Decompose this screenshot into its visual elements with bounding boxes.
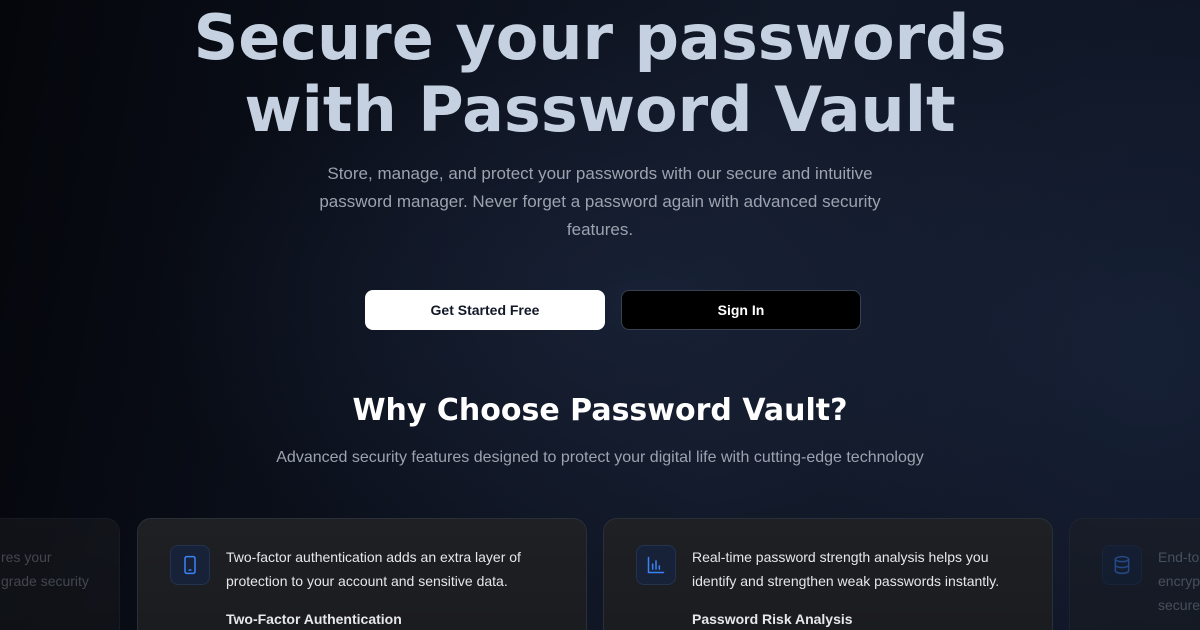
feature-card-description: Two-factor authentication adds an extra … bbox=[226, 549, 521, 589]
feature-card-risk-analysis: Real-time password strength analysis hel… bbox=[603, 518, 1053, 630]
feature-card-partial-text: End-to encryp secure bbox=[1158, 549, 1200, 613]
sign-in-button[interactable]: Sign In bbox=[621, 290, 861, 330]
feature-card-partial-text: res your grade security bbox=[1, 549, 89, 589]
hero-title: Secure your passwords with Password Vaul… bbox=[0, 2, 1200, 146]
feature-card-description: Real-time password strength analysis hel… bbox=[692, 549, 1000, 589]
smartphone-icon bbox=[170, 545, 210, 585]
database-icon bbox=[1102, 545, 1142, 585]
bar-chart-icon bbox=[636, 545, 676, 585]
hero-title-line-2: with Password Vault bbox=[244, 73, 956, 146]
feature-card-title: Two-Factor Authentication bbox=[226, 611, 402, 627]
feature-card-title: Password Risk Analysis bbox=[692, 611, 853, 627]
get-started-button[interactable]: Get Started Free bbox=[365, 290, 605, 330]
hero-title-line-1: Secure your passwords bbox=[193, 1, 1007, 74]
hero-subtitle: Store, manage, and protect your password… bbox=[319, 164, 881, 239]
landing-page: Secure your passwords with Password Vaul… bbox=[0, 0, 1200, 630]
features-subtitle: Advanced security features designed to p… bbox=[276, 449, 924, 466]
features-title: Why Choose Password Vault? bbox=[352, 393, 848, 428]
feature-card-two-factor: Two-factor authentication adds an extra … bbox=[137, 518, 587, 630]
feature-card-end-to-end: End-to encryp secure bbox=[1069, 518, 1200, 630]
feature-card-encryption: res your grade security bbox=[0, 518, 120, 630]
